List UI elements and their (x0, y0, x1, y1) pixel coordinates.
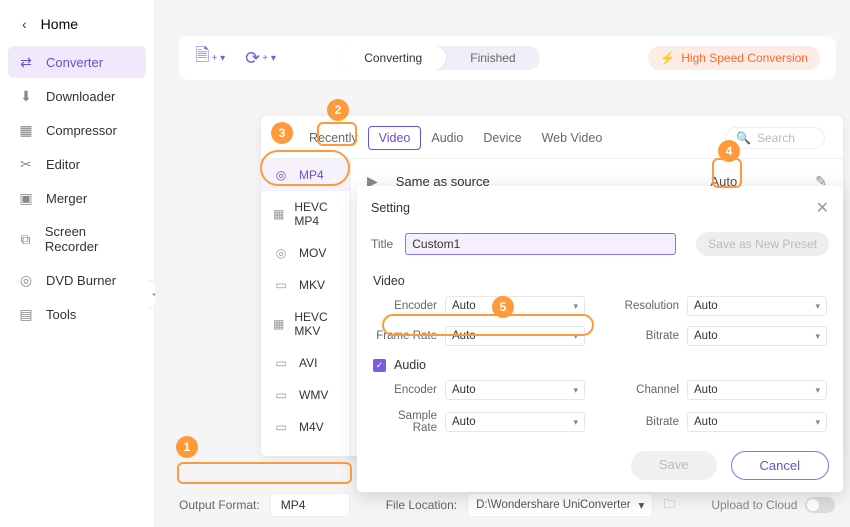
modal-title: Setting (371, 201, 410, 215)
sidebar-item-converter[interactable]: ⇄ Converter (8, 46, 146, 78)
film-icon: ▭ (273, 388, 289, 402)
sidebar-item-editor[interactable]: ✂ Editor (8, 148, 146, 180)
audio-sample-rate-select[interactable]: Auto▾ (445, 412, 585, 432)
bitrate-label: Bitrate (615, 330, 679, 342)
add-file-button[interactable]: 🗎+ ▾ (195, 43, 225, 73)
file-location-label: File Location: (386, 498, 457, 512)
hevc-icon: ▦ (273, 317, 284, 331)
sidebar-item-label: DVD Burner (46, 273, 116, 288)
format-tabs: Recently Video Audio Device Web Video 🔍 … (261, 116, 843, 159)
encoder-label: Encoder (373, 300, 437, 312)
sidebar: ‹ Home ⇄ Converter ⬇ Downloader ▦ Compre… (0, 0, 155, 527)
resolution-label: Resolution (615, 300, 679, 312)
tab-web-video[interactable]: Web Video (532, 127, 613, 149)
title-input[interactable] (405, 233, 676, 255)
target-icon: ◎ (273, 246, 289, 260)
sidebar-item-screen-recorder[interactable]: ⧉ Screen Recorder (8, 216, 146, 262)
sidebar-item-label: Merger (46, 191, 87, 206)
format-item-mp4[interactable]: ◎MP4 (261, 159, 350, 191)
film-icon: ▭ (273, 420, 289, 434)
format-item-hevc-mkv[interactable]: ▦HEVC MKV (261, 301, 350, 347)
video-encoder-select[interactable]: Auto▾ (445, 296, 585, 316)
format-item-wmv[interactable]: ▭WMV (261, 379, 350, 411)
converter-icon: ⇄ (18, 54, 34, 70)
back-home[interactable]: ‹ Home (0, 0, 154, 46)
chevron-down-icon: ▾ (639, 498, 645, 512)
merger-icon: ▣ (18, 190, 34, 206)
format-search[interactable]: 🔍 Search (725, 127, 825, 149)
search-placeholder: Search (757, 131, 795, 145)
tab-device[interactable]: Device (473, 127, 531, 149)
screen-recorder-icon: ⧉ (18, 231, 33, 247)
chevron-left-icon: ‹ (22, 16, 27, 32)
sidebar-item-label: Screen Recorder (45, 224, 136, 254)
lightning-icon: ⚡ (660, 51, 675, 65)
folder-icon[interactable]: 🗀 (663, 495, 675, 516)
audio-encoder-select[interactable]: Auto▾ (445, 380, 585, 400)
sidebar-item-compressor[interactable]: ▦ Compressor (8, 114, 146, 146)
output-format-label: Output Format: (179, 498, 260, 512)
sidebar-item-dvd-burner[interactable]: ◎ DVD Burner (8, 264, 146, 296)
film-icon: ▭ (273, 356, 289, 370)
format-item-m4v[interactable]: ▭M4V (261, 411, 350, 443)
format-item-mov[interactable]: ◎MOV (261, 237, 350, 269)
sidebar-item-label: Compressor (46, 123, 117, 138)
audio-checkbox[interactable]: ✓ (373, 359, 386, 372)
top-toolbar: 🗎+ ▾ ⟳+ ▾ Converting Finished ⚡ High Spe… (179, 36, 836, 80)
home-label: Home (41, 16, 78, 32)
sidebar-item-label: Converter (46, 55, 103, 70)
format-item-mkv[interactable]: ▭MKV (261, 269, 350, 301)
editor-icon: ✂ (18, 156, 34, 172)
search-icon: 🔍 (736, 131, 751, 145)
high-speed-label: High Speed Conversion (681, 51, 808, 65)
format-item-hevc-mp4[interactable]: ▦HEVC MP4 (261, 191, 350, 237)
audio-channel-select[interactable]: Auto▾ (687, 380, 827, 400)
video-frame-rate-select[interactable]: Auto▾ (445, 326, 585, 346)
output-format-select[interactable]: MP4 (270, 493, 350, 517)
audio-section-header: ✓ Audio (373, 358, 829, 372)
status-tabs: Converting Finished (340, 46, 539, 70)
upload-cloud-label: Upload to Cloud (711, 498, 797, 512)
tools-icon: ▤ (18, 306, 34, 322)
sample-rate-label: Sample Rate (373, 410, 437, 434)
channel-label: Channel (615, 384, 679, 396)
sidebar-item-merger[interactable]: ▣ Merger (8, 182, 146, 214)
audio-bitrate-select[interactable]: Auto▾ (687, 412, 827, 432)
title-label: Title (371, 237, 393, 251)
video-resolution-select[interactable]: Auto▾ (687, 296, 827, 316)
save-as-preset-button[interactable]: Save as New Preset (696, 232, 829, 256)
sidebar-item-label: Editor (46, 157, 80, 172)
frame-rate-label: Frame Rate (373, 330, 437, 342)
add-download-button[interactable]: ⟳+ ▾ (245, 48, 276, 69)
file-location-select[interactable]: D:\Wondershare UniConverter▾ (467, 493, 653, 517)
video-bitrate-select[interactable]: Auto▾ (687, 326, 827, 346)
sidebar-item-downloader[interactable]: ⬇ Downloader (8, 80, 146, 112)
tab-converting[interactable]: Converting (340, 46, 447, 70)
downloader-icon: ⬇ (18, 88, 34, 104)
sidebar-item-tools[interactable]: ▤ Tools (8, 298, 146, 330)
tab-recently[interactable]: Recently (299, 127, 368, 149)
setting-modal: Setting ✕ Title Save as New Preset Video… (357, 186, 843, 492)
film-icon: ▭ (273, 278, 289, 292)
audio-encoder-label: Encoder (373, 384, 437, 396)
dvd-burner-icon: ◎ (18, 272, 34, 288)
modal-close-button[interactable]: ✕ (816, 198, 829, 218)
upload-cloud-toggle[interactable] (805, 497, 835, 513)
hevc-icon: ▦ (273, 207, 284, 221)
sidebar-item-label: Downloader (46, 89, 115, 104)
cancel-button[interactable]: Cancel (731, 451, 829, 480)
tab-audio[interactable]: Audio (421, 127, 473, 149)
save-button[interactable]: Save (631, 451, 717, 480)
compressor-icon: ▦ (18, 122, 34, 138)
bottom-bar: Output Format: MP4 File Location: D:\Won… (179, 493, 836, 517)
format-list: ◎MP4 ▦HEVC MP4 ◎MOV ▭MKV ▦HEVC MKV ▭AVI … (261, 159, 351, 456)
high-speed-button[interactable]: ⚡ High Speed Conversion (648, 46, 820, 70)
video-section-header: Video (373, 274, 829, 288)
audio-bitrate-label: Bitrate (615, 416, 679, 428)
target-icon: ◎ (273, 168, 289, 182)
tab-finished[interactable]: Finished (446, 46, 539, 70)
tab-video[interactable]: Video (368, 126, 422, 150)
format-item-avi[interactable]: ▭AVI (261, 347, 350, 379)
sidebar-item-label: Tools (46, 307, 76, 322)
